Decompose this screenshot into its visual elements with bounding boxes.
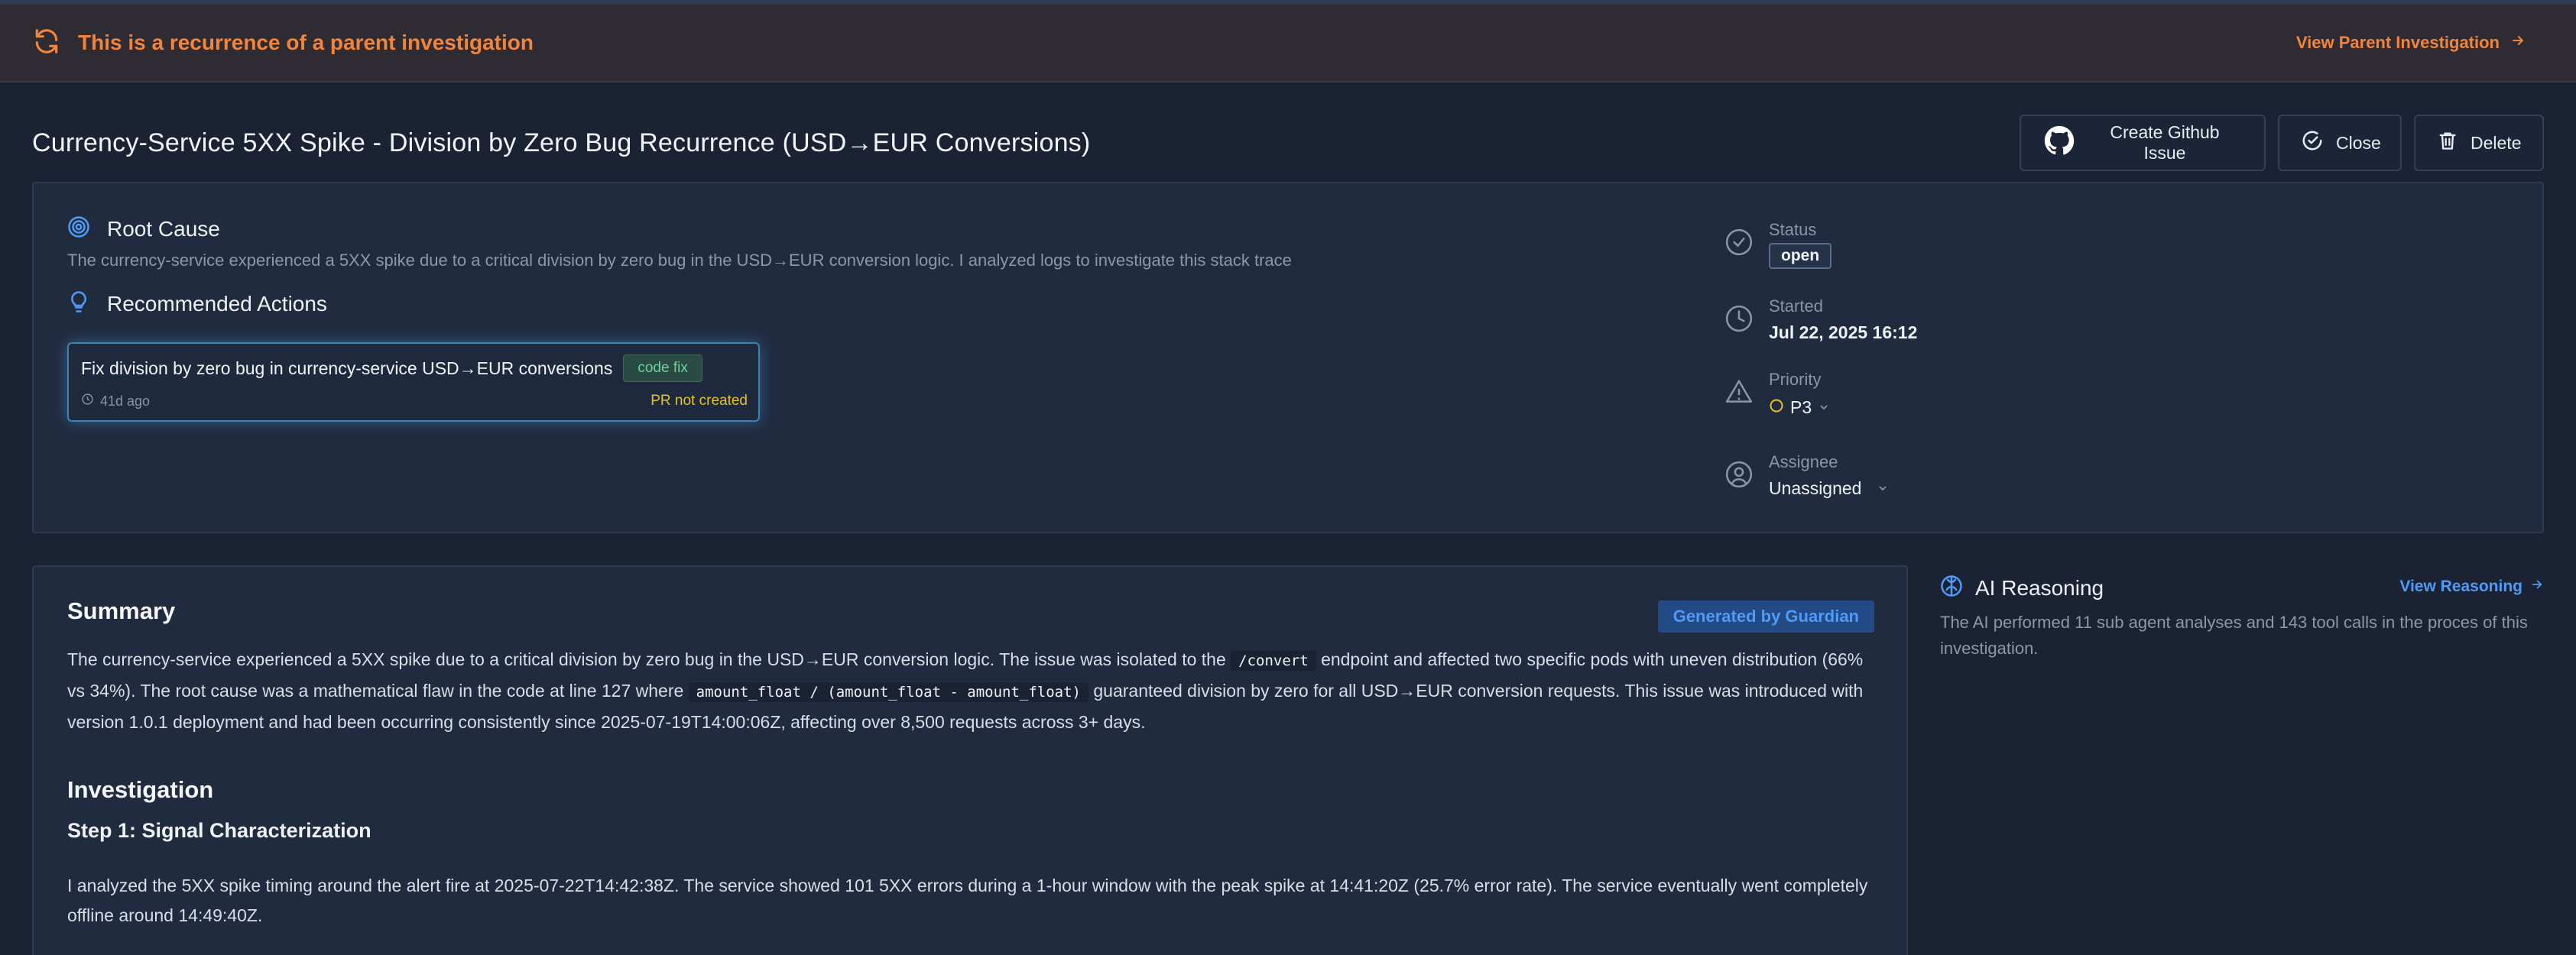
user-circle-icon: [1724, 460, 1754, 493]
started-value: Jul 22, 2025 16:12: [1769, 322, 1918, 342]
recurrence-icon: [32, 27, 61, 60]
summary-title: Summary: [67, 597, 176, 624]
ai-reasoning-text: The AI performed 11 sub agent analyses a…: [1940, 613, 2528, 658]
ai-reasoning-title: AI Reasoning: [1975, 575, 2104, 600]
recommended-actions-header: Recommended Actions: [67, 290, 327, 317]
summary-text-a: The currency-service experienced a 5XX s…: [67, 649, 1226, 669]
overview-panel: Root Cause The currency-service experien…: [32, 182, 2544, 533]
check-circle-icon: [2301, 129, 2324, 157]
priority-select[interactable]: P3: [1769, 397, 1830, 418]
delete-label: Delete: [2471, 132, 2522, 153]
started-meta: Started Jul 22, 2025 16:12: [1724, 296, 2260, 350]
assignee-value: Unassigned: [1769, 478, 1862, 498]
assignee-select[interactable]: Unassigned: [1769, 478, 1889, 499]
chevron-down-icon: [1877, 478, 1889, 499]
recurrence-banner: This is a recurrence of a parent investi…: [0, 5, 2576, 83]
priority-circle-icon: [1769, 397, 1784, 418]
status-label: Status: [1769, 220, 1817, 239]
trash-icon: [2437, 130, 2458, 156]
generated-by-badge: Generated by Guardian: [1657, 601, 1874, 633]
close-button[interactable]: Close: [2278, 115, 2402, 171]
view-reasoning-link[interactable]: View Reasoning: [2399, 578, 2544, 596]
root-cause-title: Root Cause: [107, 216, 220, 241]
warning-triangle-icon: [1724, 377, 1754, 410]
title-row: Currency-Service 5XX Spike - Division by…: [32, 115, 2544, 171]
step-1-text: I analyzed the 5XX spike timing around t…: [67, 876, 1868, 925]
status-meta: Status open: [1724, 220, 2260, 274]
chevron-down-icon: [1818, 397, 1830, 418]
action-time-label: 41d ago: [100, 393, 151, 409]
target-icon: [67, 215, 90, 242]
arrow-right-icon: [2530, 578, 2544, 596]
action-time: 41d ago: [81, 393, 150, 410]
root-cause-header: Root Cause: [67, 215, 220, 242]
priority-meta: Priority P3: [1724, 370, 2260, 423]
assignee-meta: Assignee Unassigned: [1724, 452, 2260, 506]
delete-button[interactable]: Delete: [2414, 115, 2544, 171]
header-actions: Create Github Issue Close Delete: [2020, 115, 2544, 171]
recommended-actions-title: Recommended Actions: [107, 291, 327, 316]
create-github-issue-label: Create Github Issue: [2110, 122, 2220, 163]
summary-panel: Summary Generated by Guardian The curren…: [32, 565, 1908, 955]
check-circle-icon: [1724, 228, 1754, 261]
pr-status: PR not created: [650, 393, 748, 409]
banner-text: This is a recurrence of a parent investi…: [78, 31, 534, 54]
priority-value: P3: [1790, 397, 1812, 417]
lightbulb-icon: [67, 290, 90, 317]
root-cause-description: The currency-service experienced a 5XX s…: [67, 251, 1292, 270]
brain-icon: [1940, 575, 1963, 601]
priority-label: Priority: [1769, 370, 1822, 389]
summary-paragraph: The currency-service experienced a 5XX s…: [67, 645, 1876, 737]
arrow-right-icon: [2510, 33, 2526, 53]
assignee-label: Assignee: [1769, 452, 1838, 471]
ai-reasoning-header: AI Reasoning: [1940, 575, 2104, 601]
clock-icon: [81, 393, 94, 410]
recommended-action-card[interactable]: Fix division by zero bug in currency-ser…: [67, 342, 760, 422]
github-icon: [2044, 125, 2075, 160]
code-fix-tag: code fix: [623, 354, 702, 382]
investigation-title: Investigation: [67, 776, 214, 803]
view-parent-label: View Parent Investigation: [2295, 33, 2500, 52]
action-title: Fix division by zero bug in currency-ser…: [81, 358, 613, 378]
clock-icon: [1724, 304, 1754, 337]
formula-code: amount_float / (amount_float - amount_fl…: [688, 682, 1088, 702]
view-parent-link[interactable]: View Parent Investigation: [2296, 33, 2526, 53]
create-github-issue-button[interactable]: Create Github Issue: [2020, 115, 2266, 171]
view-reasoning-label: View Reasoning: [2399, 578, 2522, 595]
status-badge[interactable]: open: [1769, 243, 1832, 269]
endpoint-code: /convert: [1231, 651, 1316, 671]
started-label: Started: [1769, 296, 1823, 316]
page-title: Currency-Service 5XX Spike - Division by…: [32, 128, 1091, 157]
close-label: Close: [2336, 132, 2381, 153]
step-1-title: Step 1: Signal Characterization: [67, 819, 371, 842]
